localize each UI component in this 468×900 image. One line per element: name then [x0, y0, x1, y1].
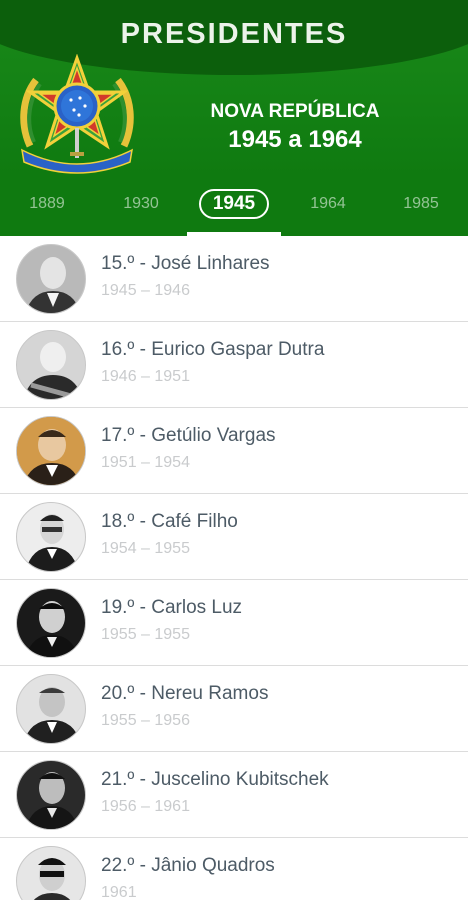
tab-1985[interactable]: 1985	[374, 176, 468, 232]
president-name: 17.º - Getúlio Vargas	[101, 425, 276, 446]
term-years: 1955 – 1955	[101, 626, 190, 643]
president-name: 15.º - José Linhares	[101, 253, 270, 274]
app-header: PRESIDENTES NOVA REPÚBLICA 1945 a 1964	[0, 0, 468, 176]
tab-1964[interactable]: 1964	[281, 176, 375, 232]
avatar	[16, 674, 86, 744]
president-name: 18.º - Café Filho	[101, 511, 238, 532]
president-name: 22.º - Jânio Quadros	[101, 855, 275, 876]
president-name: 21.º - Juscelino Kubitschek	[101, 769, 329, 790]
term-years: 1951 – 1954	[101, 454, 190, 471]
term-years: 1955 – 1956	[101, 712, 190, 729]
term-years: 1945 – 1946	[101, 282, 190, 299]
list-item[interactable]: 18.º - Café Filho 1954 – 1955	[0, 494, 468, 580]
term-years: 1946 – 1951	[101, 368, 190, 385]
tab-selected-pill: 1945	[198, 189, 270, 219]
tab-1889[interactable]: 1889	[0, 176, 94, 232]
list-item[interactable]: 19.º - Carlos Luz 1955 – 1955	[0, 580, 468, 666]
avatar	[16, 416, 86, 486]
avatar	[16, 330, 86, 400]
avatar	[16, 588, 86, 658]
era-tabs: 1889 1930 1945 1964 1985	[0, 176, 468, 236]
list-item[interactable]: 17.º - Getúlio Vargas 1951 – 1954	[0, 408, 468, 494]
avatar	[16, 244, 86, 314]
list-item[interactable]: 22.º - Jânio Quadros 1961	[0, 838, 468, 900]
term-years: 1961	[101, 884, 137, 900]
avatar	[16, 760, 86, 830]
term-years: 1956 – 1961	[101, 798, 190, 815]
era-name: NOVA REPÚBLICA	[210, 101, 380, 122]
avatar	[16, 846, 86, 900]
list-item[interactable]: 15.º - José Linhares 1945 – 1946	[0, 236, 468, 322]
term-years: 1954 – 1955	[101, 540, 190, 557]
tab-1945[interactable]: 1945	[187, 176, 281, 232]
list-item[interactable]: 16.º - Eurico Gaspar Dutra 1946 – 1951	[0, 322, 468, 408]
brazil-coat-of-arms-icon	[20, 54, 134, 174]
president-list: 15.º - José Linhares 1945 – 1946 16.º - …	[0, 236, 468, 900]
president-name: 20.º - Nereu Ramos	[101, 683, 269, 704]
app-title: PRESIDENTES	[120, 18, 348, 50]
president-name: 16.º - Eurico Gaspar Dutra	[101, 339, 325, 360]
era-range: 1945 a 1964	[228, 126, 362, 153]
president-name: 19.º - Carlos Luz	[101, 597, 243, 618]
list-item[interactable]: 21.º - Juscelino Kubitschek 1956 – 1961	[0, 752, 468, 838]
list-item[interactable]: 20.º - Nereu Ramos 1955 – 1956	[0, 666, 468, 752]
tab-1930[interactable]: 1930	[94, 176, 188, 232]
avatar	[16, 502, 86, 572]
